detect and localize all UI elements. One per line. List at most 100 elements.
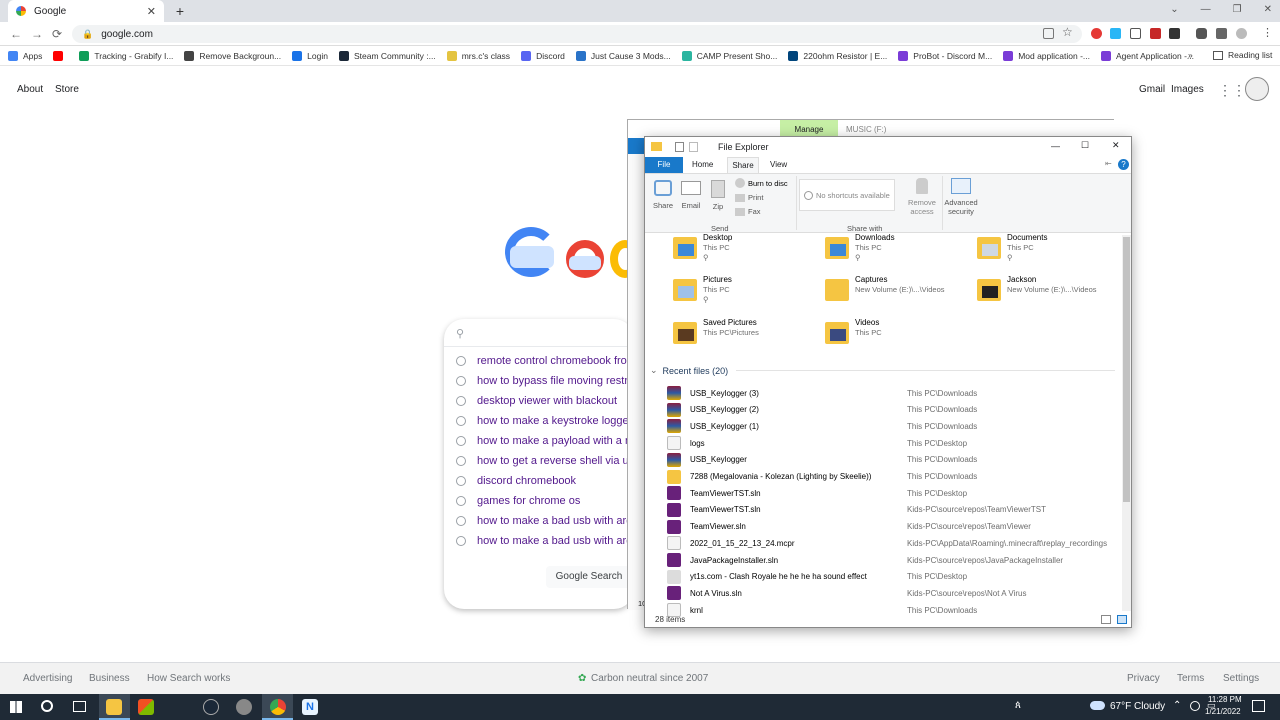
reload-button[interactable]: ⟳ — [52, 27, 62, 41]
recent-file-row[interactable]: USB_Keylogger This PC\Downloads — [667, 452, 1117, 468]
search-input[interactable] — [476, 324, 626, 344]
fax-button[interactable]: Fax — [735, 207, 761, 216]
close-button[interactable]: ✕ — [1112, 140, 1120, 151]
about-link[interactable]: About — [17, 84, 43, 95]
tab-close-icon[interactable]: ✕ — [147, 5, 156, 18]
quick-access-name[interactable]: Pictures — [703, 275, 732, 284]
quick-access-name[interactable]: Captures — [855, 275, 887, 284]
google-search-button[interactable]: Google Search — [546, 566, 632, 588]
scrollbar[interactable] — [1122, 235, 1131, 611]
terms-link[interactable]: Terms — [1177, 673, 1204, 684]
windows-start-icon[interactable] — [10, 701, 22, 713]
how-search-works-link[interactable]: How Search works — [147, 673, 230, 684]
back-button[interactable]: ← — [10, 27, 22, 41]
puzzle-icon[interactable] — [1196, 28, 1207, 39]
search-icon[interactable] — [41, 700, 53, 712]
search-suggestion[interactable]: how to make a bad usb with ard — [456, 535, 632, 547]
restore-button[interactable]: ❐ — [1233, 4, 1242, 15]
privacy-link[interactable]: Privacy — [1127, 673, 1160, 684]
bookmark-item[interactable]: Login — [292, 50, 328, 61]
minimize-button[interactable]: — — [1051, 141, 1060, 151]
share-button[interactable]: Share — [651, 180, 675, 210]
settings-link[interactable]: Settings — [1223, 673, 1259, 684]
scrollbar-thumb[interactable] — [1123, 237, 1130, 502]
quick-access-name[interactable]: Videos — [855, 318, 879, 327]
quick-access-name[interactable]: Documents — [1007, 233, 1047, 242]
new-tab-button[interactable]: + — [171, 3, 189, 19]
menu-kebab-icon[interactable]: ⋮ — [1262, 26, 1273, 39]
app-n-icon[interactable]: N — [302, 699, 318, 715]
email-button[interactable]: Email — [679, 180, 703, 210]
recent-file-row[interactable]: Not A Virus.sln Kids-PC\source\repos\Not … — [667, 585, 1117, 601]
weather-text[interactable]: 67°F Cloudy — [1110, 701, 1165, 712]
search-suggestion[interactable]: desktop viewer with blackout — [456, 395, 632, 407]
share-icon[interactable] — [1043, 28, 1054, 39]
bookmark-item[interactable]: Steam Community :... — [338, 50, 436, 61]
extension-icon[interactable] — [1091, 28, 1102, 39]
bookmark-item[interactable]: Apps — [8, 50, 42, 61]
share-with-list[interactable]: No shortcuts available — [799, 179, 895, 211]
advertising-link[interactable]: Advertising — [23, 673, 72, 684]
extension-icon[interactable] — [1150, 28, 1161, 39]
bookmark-item[interactable]: Remove Backgroun... — [184, 50, 281, 61]
clock-date[interactable]: 1/21/2022 — [1205, 707, 1241, 716]
gmail-link[interactable]: Gmail — [1139, 84, 1165, 95]
profile-avatar[interactable] — [1236, 28, 1247, 39]
task-view-icon[interactable] — [73, 701, 86, 712]
advanced-security-button[interactable]: Advanced security — [943, 178, 979, 216]
search-suggestion[interactable]: remote control chromebook from — [456, 355, 632, 367]
tiles-view-icon[interactable] — [1117, 615, 1127, 624]
clock-time[interactable]: 11:28 PM — [1208, 695, 1242, 704]
print-button[interactable]: Print — [735, 193, 763, 202]
quick-access-name[interactable]: Saved Pictures — [703, 318, 757, 327]
extension-icon[interactable] — [1110, 28, 1121, 39]
recent-file-row[interactable]: JavaPackageInstaller.sln Kids-PC\source\r… — [667, 552, 1117, 568]
bookmark-item[interactable]: Agent Application -... — [1101, 50, 1194, 61]
quick-access-folder-icon[interactable] — [825, 322, 849, 344]
ribbon-collapse-icon[interactable]: ⇤ — [1105, 159, 1112, 168]
quick-access-name[interactable]: Jackson — [1007, 275, 1036, 284]
search-suggestion[interactable]: discord chromebook — [456, 475, 632, 487]
forward-button[interactable]: → — [31, 27, 43, 41]
address-bar[interactable]: 🔒 google.com — [72, 25, 1082, 43]
file-explorer-window[interactable]: File Explorer — ☐ ✕ File Home Share View… — [644, 136, 1132, 628]
tab-view[interactable]: View — [770, 160, 787, 169]
quick-access-folder-icon[interactable] — [825, 279, 849, 301]
bookmark-item[interactable]: CAMP Present Sho... — [681, 50, 777, 61]
tab-file[interactable]: File — [645, 157, 683, 173]
tab-google[interactable]: Google ✕ — [8, 0, 164, 22]
close-button[interactable]: ✕ — [1264, 4, 1272, 15]
search-suggestion[interactable]: how to make a keystroke logger — [456, 415, 632, 427]
bookmark-item[interactable]: ProBot - Discord M... — [898, 50, 992, 61]
tray-chevron-icon[interactable]: ⌃ — [1173, 700, 1181, 711]
extension-icon[interactable] — [1169, 28, 1180, 39]
search-suggestion[interactable]: games for chrome os — [456, 495, 632, 507]
recent-file-row[interactable]: logs This PC\Desktop — [667, 435, 1117, 451]
recent-file-row[interactable]: yt1s.com - Clash Royale he he he ha soun… — [667, 569, 1117, 585]
bookmark-item[interactable]: mrs.c's class — [446, 50, 510, 61]
tab-share[interactable]: Share — [727, 157, 759, 174]
recent-files-header[interactable]: ⌄ Recent files (20) — [650, 365, 1115, 376]
bookmark-item[interactable]: Tracking - Grabify I... — [79, 50, 173, 61]
reading-list-button[interactable]: Reading list — [1213, 50, 1272, 60]
new-folder-icon[interactable] — [689, 142, 698, 152]
burn-to-disc-button[interactable]: Burn to disc — [735, 178, 788, 188]
recent-file-row[interactable]: TeamViewerTST.sln This PC\Desktop — [667, 485, 1117, 501]
bookmark-star-icon[interactable]: ☆ — [1062, 25, 1073, 39]
maximize-button[interactable]: ☐ — [1081, 140, 1089, 151]
app-icon[interactable] — [236, 699, 252, 715]
notification-icon[interactable] — [1252, 700, 1265, 712]
recent-file-row[interactable]: krnl This PC\Downloads — [667, 602, 1117, 618]
steam-icon[interactable] — [203, 699, 219, 715]
recent-file-row[interactable]: USB_Keylogger (1) This PC\Downloads — [667, 418, 1117, 434]
quick-access-name[interactable]: Downloads — [855, 233, 895, 242]
recent-file-row[interactable]: TeamViewerTST.sln Kids-PC\source\repos\Te… — [667, 502, 1117, 518]
quick-access-folder-icon[interactable] — [977, 237, 1001, 259]
bookmark-item[interactable]: Mod application -... — [1003, 50, 1090, 61]
search-suggestion[interactable]: how to make a bad usb with ard — [456, 515, 632, 527]
business-link[interactable]: Business — [89, 673, 130, 684]
quick-access-folder-icon[interactable] — [673, 237, 697, 259]
search-suggestion[interactable]: how to make a payload with a n — [456, 435, 632, 447]
network-icon[interactable] — [1190, 701, 1200, 711]
tab-home[interactable]: Home — [692, 160, 713, 169]
